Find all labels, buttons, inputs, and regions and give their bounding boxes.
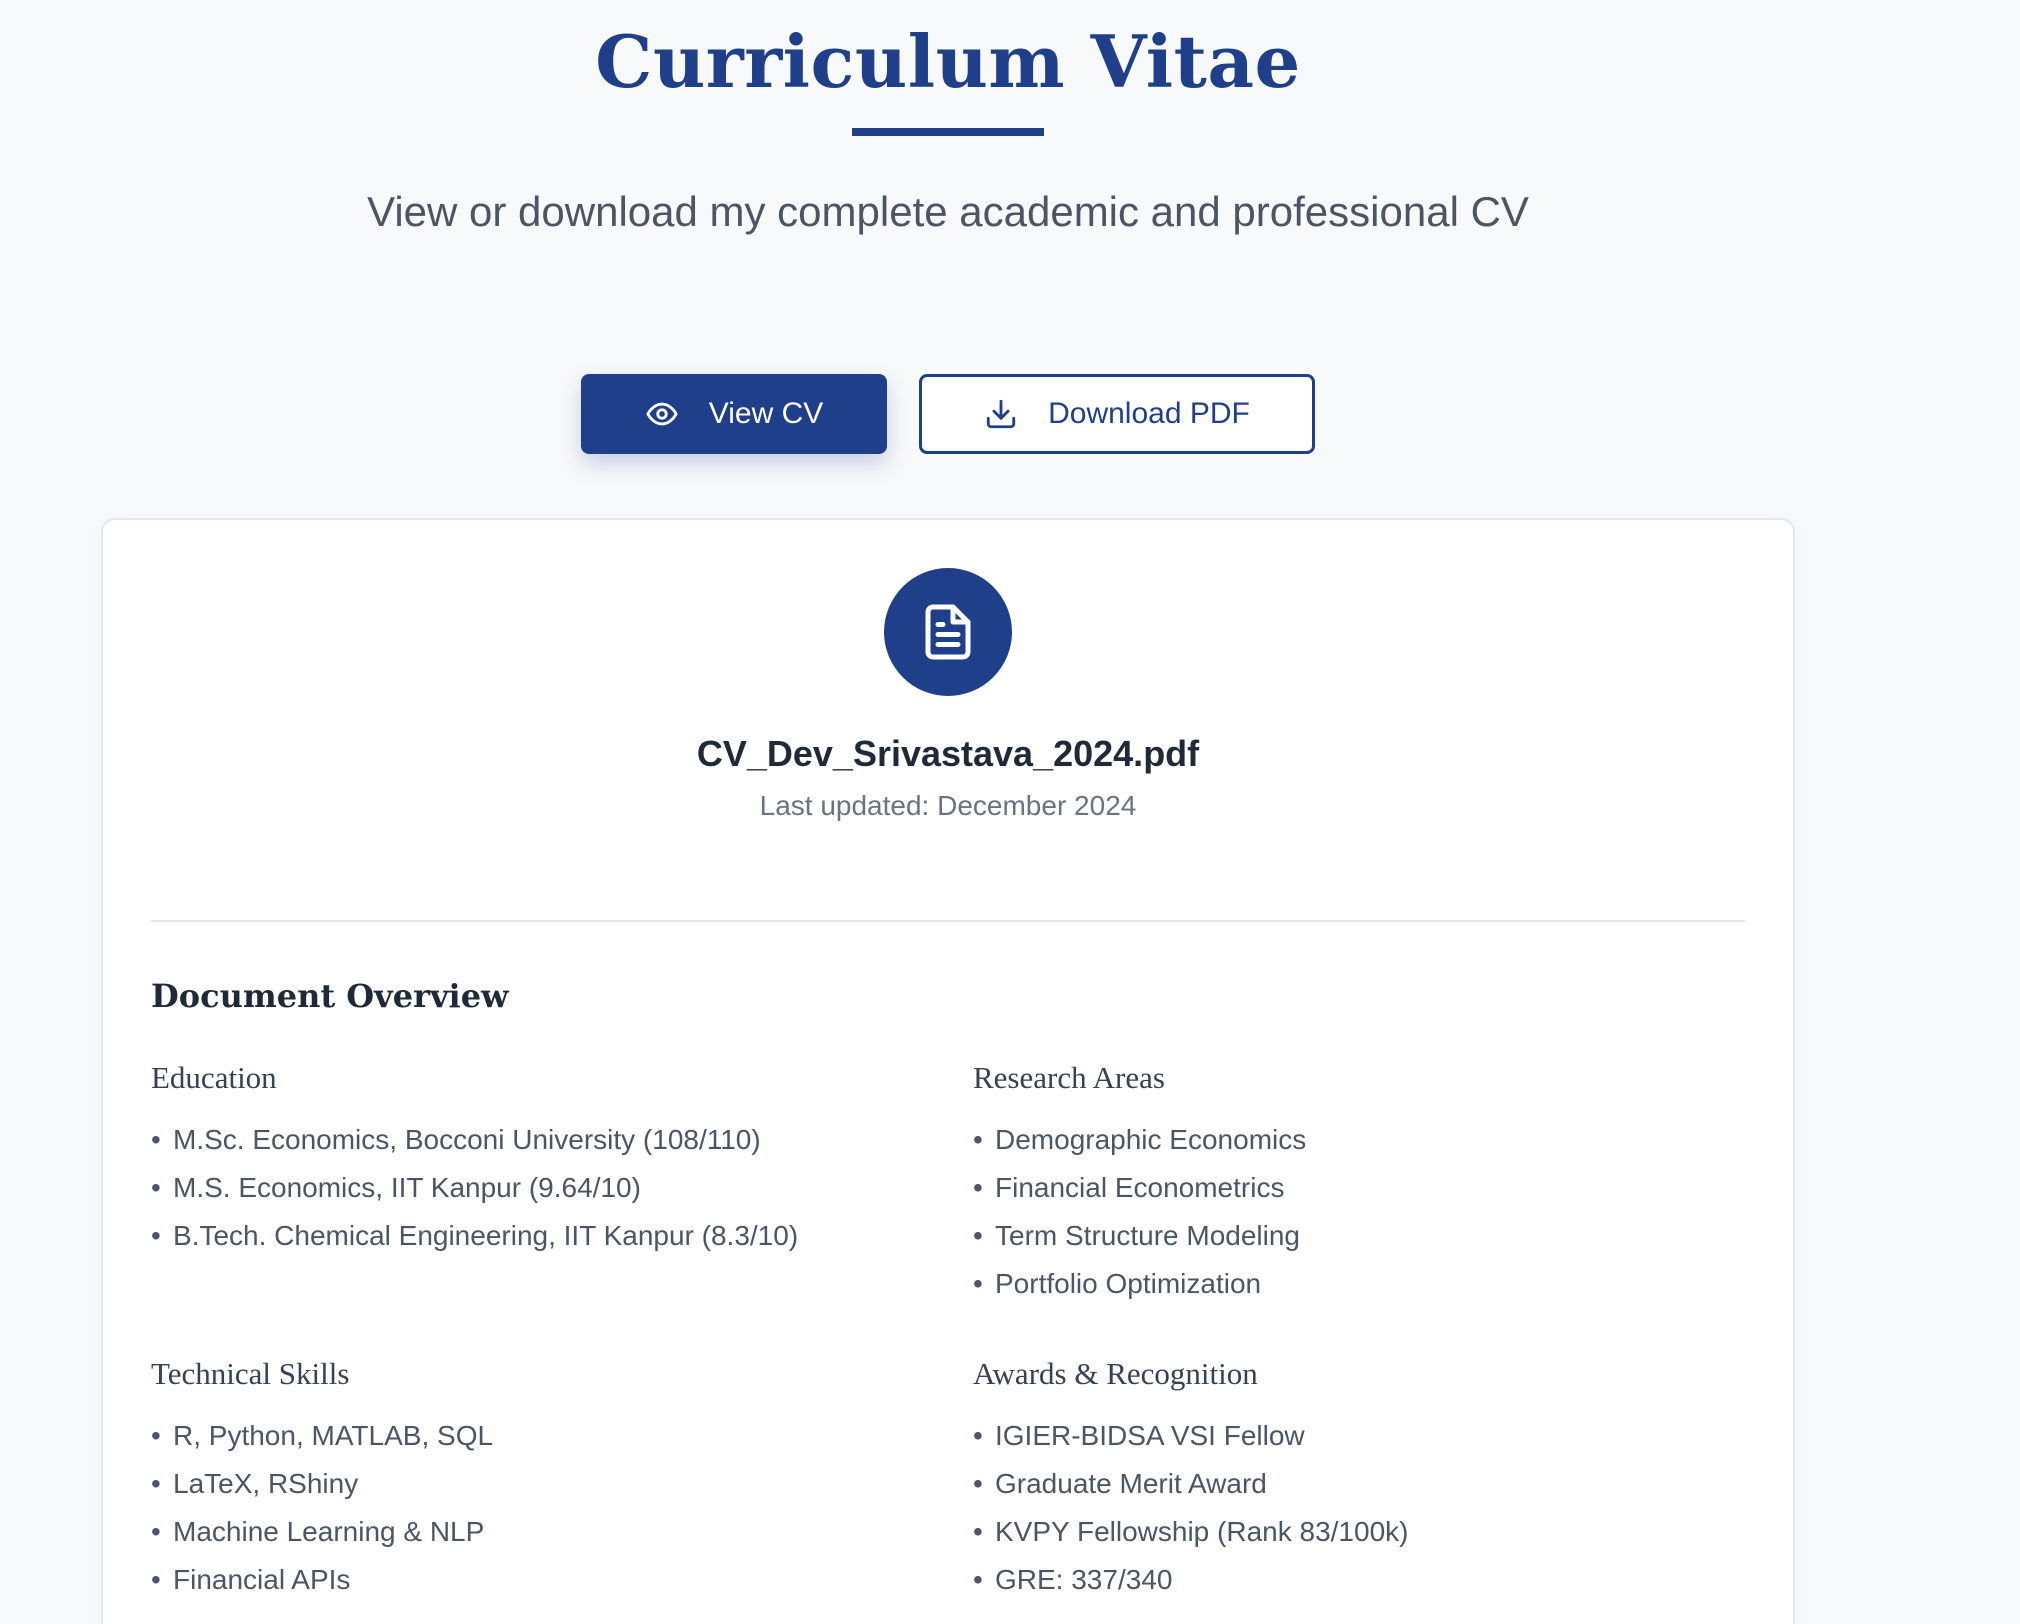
- list-item: • GRE: 337/340: [973, 1564, 1173, 1595]
- file-name: CV_Dev_Srivastava_2024.pdf: [696, 733, 1200, 774]
- title-underline: [852, 128, 1044, 136]
- list-item: • Portfolio Optimization: [973, 1268, 1262, 1299]
- education-section: Education • M.Sc. Economics, Bocconi Univ…: [151, 1058, 911, 1260]
- list-item: • Demographic Economics: [973, 1124, 1307, 1155]
- section-title: Awards & Recognition: [973, 1356, 1258, 1391]
- download-pdf-label: Download PDF: [1048, 397, 1250, 430]
- section-title: Technical Skills: [151, 1356, 350, 1391]
- list-item: • M.S. Economics, IIT Kanpur (9.64/10): [151, 1172, 641, 1203]
- list-item: • IGIER-BIDSA VSI Fellow: [973, 1420, 1305, 1451]
- view-cv-button[interactable]: View CV: [581, 374, 887, 454]
- technical-skills-section: Technical Skills • R, Python, MATLAB, SQL…: [151, 1354, 911, 1604]
- page-title: Curriculum Vitae: [595, 19, 1301, 104]
- overview-title: Document Overview: [151, 977, 509, 1015]
- cv-actions: View CV Download PDF: [581, 374, 1315, 454]
- list-item: • Machine Learning & NLP: [151, 1516, 485, 1547]
- document-icon: [884, 568, 1012, 696]
- list-item: • R, Python, MATLAB, SQL: [151, 1420, 494, 1451]
- page-subtitle: View or download my complete academic an…: [367, 188, 1529, 235]
- section-title: Research Areas: [973, 1060, 1165, 1095]
- list-item: • M.Sc. Economics, Bocconi University (10…: [151, 1124, 761, 1155]
- section-title: Education: [151, 1060, 277, 1095]
- page-header: Curriculum Vitae View or download my com…: [0, 0, 1896, 238]
- eye-icon: [645, 397, 679, 431]
- awards-section: Awards & Recognition • IGIER-BIDSA VSI Fe…: [973, 1354, 1733, 1604]
- list-item: • Financial Econometrics: [973, 1172, 1285, 1203]
- list-item: • Financial APIs: [151, 1564, 351, 1595]
- divider: [151, 920, 1745, 922]
- list-item: • B.Tech. Chemical Engineering, IIT Kanpu…: [151, 1220, 799, 1251]
- view-cv-label: View CV: [708, 397, 824, 430]
- download-icon: [984, 397, 1018, 431]
- list-item: • Graduate Merit Award: [973, 1468, 1267, 1499]
- research-areas-section: Research Areas • Demographic Economics • F…: [973, 1058, 1733, 1308]
- cv-preview-card: CV_Dev_Srivastava_2024.pdf Last updated:…: [101, 518, 1795, 1624]
- last-updated: Last updated: December 2024: [759, 790, 1137, 821]
- list-item: • LaTeX, RShiny: [151, 1468, 359, 1499]
- cv-page: Curriculum Vitae View or download my com…: [0, 0, 2020, 1624]
- list-item: • Term Structure Modeling: [973, 1220, 1301, 1251]
- download-pdf-button[interactable]: Download PDF: [919, 374, 1315, 454]
- list-item: • KVPY Fellowship (Rank 83/100k): [973, 1516, 1409, 1547]
